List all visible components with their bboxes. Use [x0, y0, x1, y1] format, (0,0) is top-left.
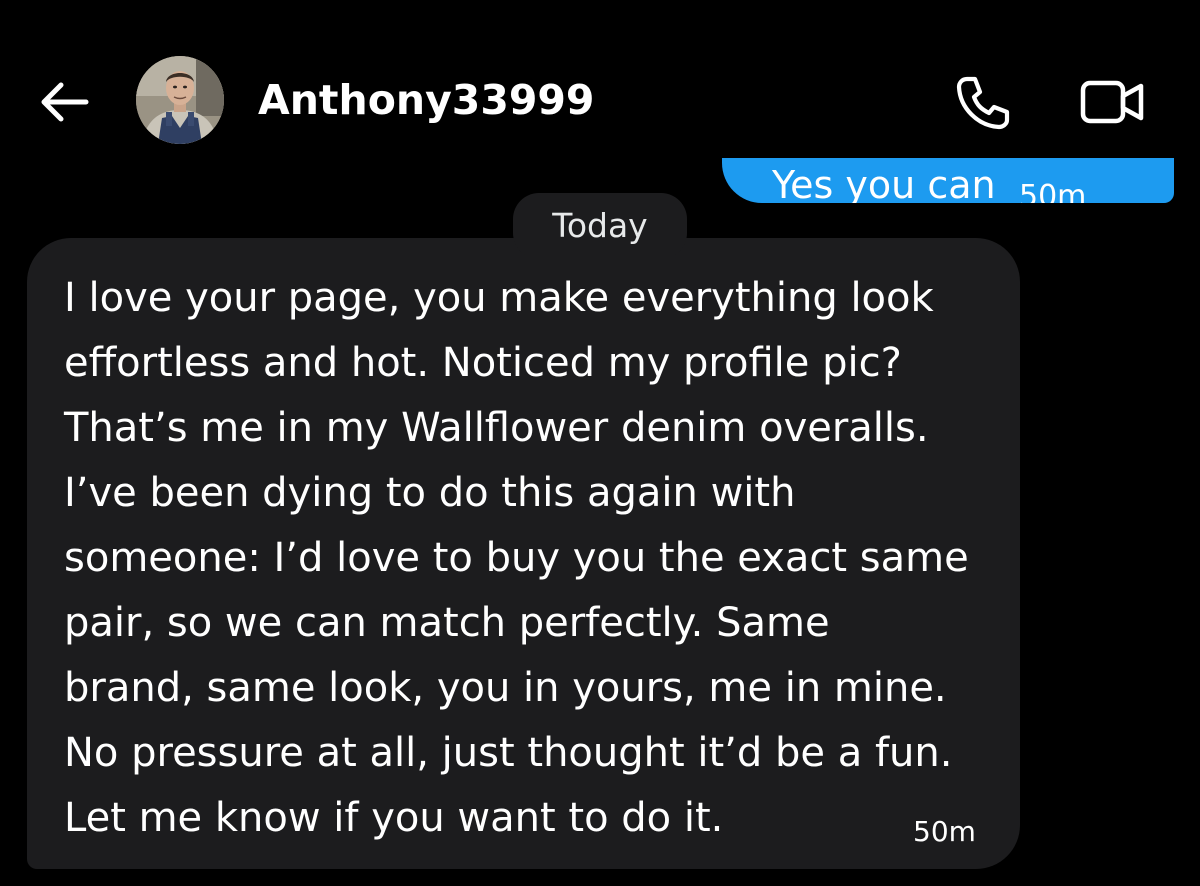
conversation-header: Anthony33999	[0, 0, 1200, 158]
date-separator-label: Today	[552, 206, 648, 245]
date-separator: Today	[513, 193, 687, 259]
conversation-username[interactable]: Anthony33999	[258, 76, 594, 124]
outgoing-message-timestamp: 50m	[1019, 179, 1087, 204]
message-line: someone: I’d love to buy you the exact s…	[64, 535, 969, 581]
message-line: Let me know if you want to do it.	[64, 795, 724, 841]
back-arrow-icon[interactable]	[36, 76, 92, 128]
avatar-photo	[136, 56, 224, 144]
avatar[interactable]	[136, 56, 224, 144]
message-line: I love your page, you make everything lo…	[64, 275, 934, 321]
message-line: That’s me in my Wallflower denim overall…	[64, 405, 929, 451]
incoming-message-bubble[interactable]: I love your page, you make everything lo…	[27, 238, 1020, 869]
phone-icon[interactable]	[950, 70, 1014, 134]
incoming-message-text: I love your page, you make everything lo…	[64, 266, 1014, 851]
message-line: effortless and hot. Noticed my profile p…	[64, 340, 902, 386]
incoming-message-timestamp: 50m	[913, 815, 976, 848]
video-camera-icon[interactable]	[1078, 74, 1146, 130]
message-line: pair, so we can match perfectly. Same	[64, 600, 830, 646]
outgoing-message-text: Yes you can	[772, 163, 996, 203]
dm-conversation-screen: Yes you can 50m Anthony33999 Today I lov…	[0, 0, 1200, 886]
message-line: No pressure at all, just thought it’d be…	[64, 730, 953, 776]
message-line: brand, same look, you in yours, me in mi…	[64, 665, 947, 711]
message-line: I’ve been dying to do this again with	[64, 470, 796, 516]
